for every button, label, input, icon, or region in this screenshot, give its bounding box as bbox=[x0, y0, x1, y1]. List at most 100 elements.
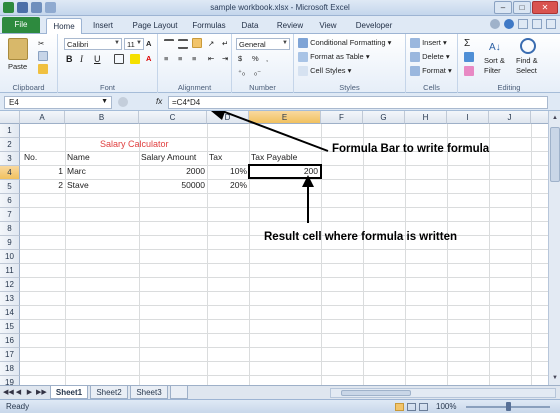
format-painter-icon[interactable] bbox=[38, 64, 48, 75]
minimize-ribbon-icon[interactable] bbox=[490, 19, 500, 29]
merge-icon[interactable]: ⇥ bbox=[222, 54, 228, 63]
sort-filter-label[interactable]: Sort & bbox=[484, 56, 505, 65]
formula-input[interactable]: =C4*D4 bbox=[168, 96, 548, 109]
percent-button[interactable]: % bbox=[252, 54, 259, 63]
clipboard-group: Paste ✂ Clipboard bbox=[0, 34, 58, 93]
font-group: Calibri ▼ 11 ▼ A B I U A Font bbox=[58, 34, 158, 93]
underline-button[interactable]: U bbox=[94, 54, 101, 64]
format-cells-button[interactable]: Format ▾ bbox=[410, 66, 452, 77]
orientation-icon[interactable]: ↗ bbox=[208, 39, 214, 48]
tab-insert[interactable]: Insert bbox=[86, 18, 120, 34]
minimize-button[interactable]: – bbox=[494, 1, 512, 14]
insert-function-button[interactable]: fx bbox=[156, 97, 162, 106]
sheet-tab-sheet2[interactable]: Sheet2 bbox=[90, 386, 128, 399]
help-icon[interactable] bbox=[504, 19, 514, 29]
paste-icon[interactable] bbox=[8, 38, 28, 60]
comma-button[interactable]: , bbox=[266, 54, 268, 63]
increase-decimal-icon[interactable]: ⁺₀ bbox=[238, 68, 245, 77]
tab-home[interactable]: Home bbox=[46, 18, 82, 34]
close-button[interactable]: ✕ bbox=[532, 1, 558, 14]
copy-icon[interactable] bbox=[38, 51, 48, 62]
grow-font-button[interactable]: A bbox=[146, 39, 151, 48]
tab-formulas[interactable]: Formulas bbox=[188, 18, 230, 34]
insert-sheet-icon[interactable] bbox=[170, 386, 188, 399]
first-sheet-icon[interactable]: ◀◀ bbox=[3, 388, 14, 396]
align-middle-icon[interactable] bbox=[178, 39, 188, 50]
page-layout-view-icon[interactable] bbox=[407, 403, 416, 411]
clipboard-group-label: Clipboard bbox=[12, 83, 45, 92]
font-size-select[interactable]: 11 ▼ bbox=[124, 38, 144, 50]
alignment-group-label: Alignment bbox=[177, 83, 212, 92]
scroll-up-icon[interactable]: ▲ bbox=[550, 113, 560, 123]
page-break-view-icon[interactable] bbox=[419, 403, 428, 411]
align-right-icon[interactable]: ≡ bbox=[192, 54, 196, 63]
align-bottom-icon[interactable] bbox=[192, 38, 202, 49]
tab-developer[interactable]: Developer bbox=[350, 18, 398, 34]
bold-button[interactable]: B bbox=[66, 54, 73, 64]
maximize-button[interactable]: □ bbox=[513, 1, 531, 14]
zoom-level[interactable]: 100% bbox=[436, 402, 456, 411]
window-restore-icon[interactable] bbox=[532, 19, 542, 29]
format-as-table-button[interactable]: Format as Table ▾ bbox=[298, 52, 370, 63]
wrap-text-icon[interactable]: ↵ bbox=[222, 39, 228, 48]
number-format-select[interactable]: General ▼ bbox=[236, 38, 290, 50]
decrease-decimal-icon[interactable]: ₀⁻ bbox=[254, 68, 261, 77]
fill-icon[interactable] bbox=[464, 52, 474, 63]
last-sheet-icon[interactable]: ▶▶ bbox=[36, 388, 47, 396]
normal-view-icon[interactable] bbox=[395, 403, 404, 411]
window-minimize-icon[interactable] bbox=[518, 19, 528, 29]
tab-file[interactable]: File bbox=[2, 17, 40, 33]
tab-data[interactable]: Data bbox=[236, 18, 264, 34]
align-top-icon[interactable] bbox=[164, 39, 174, 49]
tab-page-layout[interactable]: Page Layout bbox=[126, 18, 184, 34]
indent-icon[interactable]: ⇤ bbox=[208, 54, 214, 63]
vertical-scroll-thumb[interactable] bbox=[550, 127, 560, 182]
svg-text:A↓: A↓ bbox=[489, 42, 501, 53]
insert-cells-label: Insert bbox=[422, 38, 441, 47]
borders-icon[interactable] bbox=[114, 54, 124, 65]
align-center-icon[interactable]: ≡ bbox=[178, 54, 182, 63]
horizontal-scroll-thumb[interactable] bbox=[341, 390, 411, 396]
autosum-button[interactable]: Σ bbox=[464, 38, 470, 49]
zoom-slider-knob[interactable] bbox=[506, 402, 511, 411]
tab-view[interactable]: View bbox=[314, 18, 342, 34]
result-cell-annotation: Result cell where formula is written bbox=[264, 231, 457, 243]
paste-button[interactable]: Paste bbox=[8, 62, 27, 71]
tab-review[interactable]: Review bbox=[272, 18, 308, 34]
delete-cells-button[interactable]: Delete ▾ bbox=[410, 52, 450, 63]
next-sheet-icon[interactable]: ▶ bbox=[25, 388, 34, 396]
prev-sheet-icon[interactable]: ◀ bbox=[14, 388, 23, 396]
find-select-label[interactable]: Find & bbox=[516, 56, 538, 65]
window-close-icon[interactable] bbox=[546, 19, 556, 29]
sheet-tab-sheet1[interactable]: Sheet1 bbox=[50, 386, 88, 399]
align-left-icon[interactable]: ≡ bbox=[164, 54, 168, 63]
fill-color-icon[interactable] bbox=[130, 54, 140, 65]
font-name-value: Calibri bbox=[67, 40, 89, 49]
delete-cells-icon bbox=[410, 52, 420, 63]
horizontal-scrollbar[interactable] bbox=[330, 388, 556, 398]
cut-icon[interactable]: ✂ bbox=[38, 39, 44, 48]
clear-icon[interactable] bbox=[464, 66, 474, 77]
find-select-sublabel[interactable]: Select bbox=[516, 66, 537, 75]
format-as-table-icon bbox=[298, 52, 308, 63]
formula-bar-annotation: Formula Bar to write formula bbox=[332, 143, 490, 155]
font-name-select[interactable]: Calibri ▼ bbox=[64, 38, 122, 50]
conditional-formatting-label: Conditional Formatting bbox=[310, 38, 386, 47]
formula-bar-expand-icon[interactable] bbox=[118, 97, 128, 107]
font-color-button[interactable]: A bbox=[146, 54, 151, 63]
scroll-down-icon[interactable]: ▼ bbox=[550, 373, 560, 383]
spreadsheet-grid[interactable]: A B C D E F G H I J 1 2 3 4 5 6 7 8 9 10 11 12 13 14 1… bbox=[0, 111, 548, 404]
currency-button[interactable]: $ bbox=[238, 54, 242, 63]
find-select-icon bbox=[520, 38, 536, 54]
conditional-formatting-button[interactable]: Conditional Formatting ▾ bbox=[298, 38, 391, 49]
vertical-scrollbar[interactable]: ▲ ▼ bbox=[548, 111, 560, 385]
sort-filter-sublabel[interactable]: Filter bbox=[484, 66, 501, 75]
window-title: sample workbook.xlsx - Microsoft Excel bbox=[210, 3, 350, 12]
insert-cells-button[interactable]: Insert ▾ bbox=[410, 38, 447, 49]
cell-styles-button[interactable]: Cell Styles ▾ bbox=[298, 66, 351, 77]
sort-filter-icon: A↓ bbox=[488, 38, 506, 54]
name-box[interactable]: E4 ▼ bbox=[4, 96, 112, 109]
italic-button[interactable]: I bbox=[80, 54, 83, 64]
sheet-tab-sheet3[interactable]: Sheet3 bbox=[130, 386, 168, 399]
formula-bar: E4 ▼ fx =C4*D4 bbox=[0, 93, 560, 111]
